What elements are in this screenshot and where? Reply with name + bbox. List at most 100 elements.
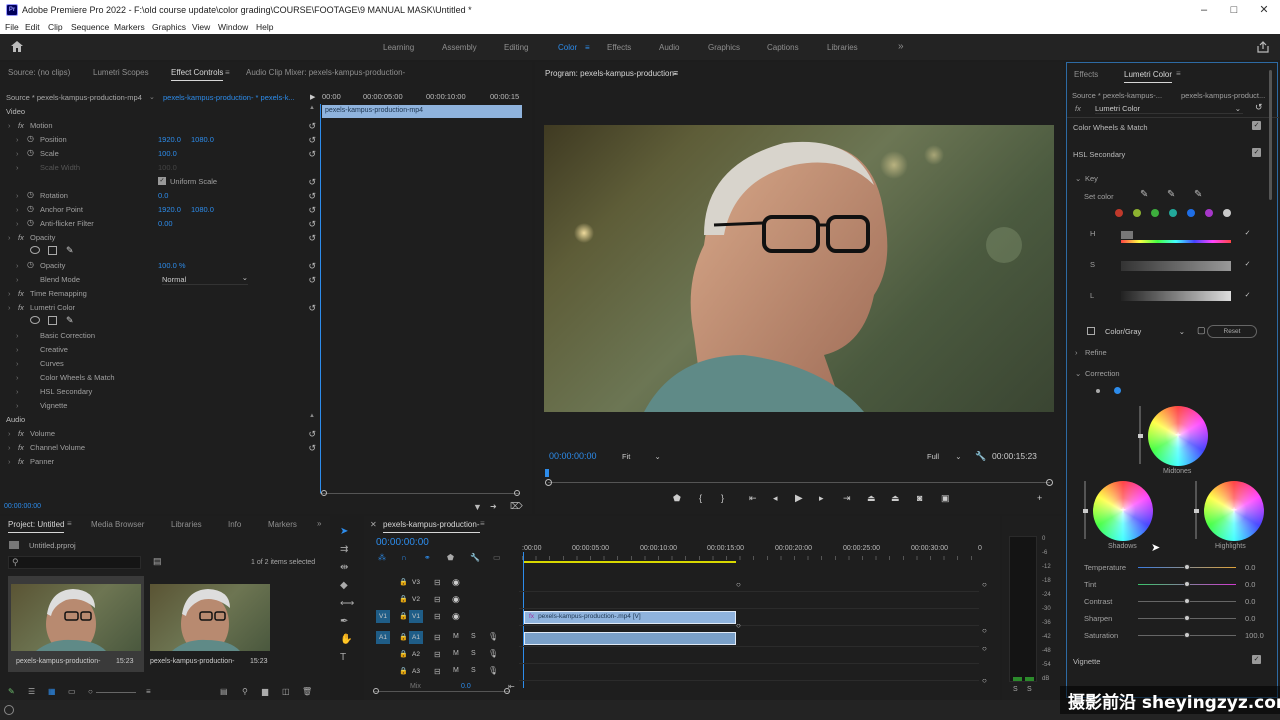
zoom-handle-left[interactable] (321, 490, 327, 496)
chevron-down-icon[interactable]: ⌄ (1075, 174, 1081, 183)
shadows-wheel[interactable]: + (1093, 481, 1153, 541)
sync-lock-icon[interactable]: ⊟ (434, 595, 441, 604)
play-only-icon[interactable]: ▶ (310, 93, 315, 101)
lock-icon[interactable]: 🔒 (399, 595, 408, 603)
snap-icon[interactable]: ⌦ (510, 501, 523, 512)
chevron-icon[interactable]: › (16, 191, 19, 200)
chevron-icon[interactable]: › (8, 429, 11, 438)
pencil-icon[interactable]: ✎ (8, 687, 15, 696)
maximize-icon[interactable]: □ (1224, 3, 1244, 17)
saturation-key-slider[interactable] (1121, 261, 1231, 271)
fit-dropdown[interactable]: Fit ⌄ (622, 452, 661, 461)
highlights-luma-handle[interactable] (1194, 509, 1199, 513)
slider-knob[interactable] (1184, 581, 1190, 587)
extract-icon[interactable]: ⏏ (891, 493, 900, 504)
reset-icon[interactable]: ↺ (308, 429, 316, 440)
reset-icon[interactable]: ↺ (308, 135, 316, 146)
chevron-icon[interactable]: › (8, 289, 11, 298)
export-frame-icon[interactable]: ◙ (917, 493, 922, 503)
track-v3-label[interactable]: V3 (409, 576, 423, 589)
filter-icon[interactable]: ▼ (473, 502, 482, 512)
scrub-handle-left[interactable] (545, 479, 552, 486)
effect-row[interactable]: › fx Volume ↺ (0, 427, 320, 441)
effect-row[interactable]: › Scale Width 100.0 (0, 161, 320, 175)
home-icon[interactable] (11, 41, 23, 52)
chevron-icon[interactable]: › (16, 373, 19, 382)
chevron-icon[interactable]: › (16, 275, 19, 284)
fx-icon[interactable]: fx (18, 303, 24, 312)
ripple-edit-icon[interactable]: ⇹ (340, 562, 348, 573)
chevron-icon[interactable]: › (8, 303, 11, 312)
timeline-zoom-track[interactable] (374, 691, 509, 692)
eyedropper-remove-icon[interactable]: ✎ (1194, 189, 1202, 200)
mark-in-icon[interactable]: { (699, 493, 702, 503)
fx-icon[interactable]: fx (18, 429, 24, 438)
fx-icon[interactable]: fx (18, 233, 24, 242)
delete-icon[interactable]: 🗑 (302, 687, 312, 696)
linked-selection-icon[interactable]: ⚭ (424, 553, 431, 562)
track-select-icon[interactable]: ⇉ (340, 544, 348, 555)
chevron-icon[interactable]: › (16, 219, 19, 228)
highlights-wheel[interactable]: + (1204, 481, 1264, 541)
refine-section-label[interactable]: Refine (1085, 348, 1107, 357)
ec-playhead[interactable] (320, 104, 321, 494)
section-hsl-secondary[interactable]: HSL Secondary (1073, 150, 1125, 159)
reset-icon[interactable]: ↺ (308, 275, 316, 286)
rectangle-mask-icon[interactable] (48, 316, 57, 325)
tab-media-browser[interactable]: Media Browser (91, 520, 144, 529)
audio-clip[interactable] (524, 632, 736, 645)
share-icon[interactable] (1257, 41, 1269, 53)
pen-mask-icon[interactable]: ✎ (66, 315, 74, 326)
source-clip-label[interactable]: Source * pexels-kampus-production-mp4 (6, 93, 142, 102)
track-end-handle[interactable]: ○ (736, 621, 741, 630)
vertical-scroll-handle[interactable]: ○ (982, 580, 987, 589)
effect-row[interactable]: ✎ (0, 315, 320, 329)
tab-project[interactable]: Project: Untitled (8, 520, 65, 533)
list-view-icon[interactable]: ☰ (28, 687, 35, 696)
project-item[interactable]: pexels-kampus-production- 15:23 (8, 576, 144, 672)
solo-right-button[interactable]: S (1027, 686, 1032, 693)
tab-sequence[interactable]: pexels-kampus-production- (383, 520, 480, 533)
reset-effect-icon[interactable]: ↺ (1255, 102, 1263, 113)
program-playhead[interactable] (545, 469, 549, 477)
close-tab-icon[interactable]: ✕ (370, 520, 377, 529)
stopwatch-icon[interactable]: ◷ (27, 218, 34, 227)
fx-icon[interactable]: fx (18, 289, 24, 298)
slider-value[interactable]: 0.0 (1245, 597, 1255, 606)
wrench-icon[interactable]: 🔧 (470, 553, 480, 562)
lightness-key-slider[interactable] (1121, 291, 1231, 301)
slider-knob[interactable] (1184, 615, 1190, 621)
menu-graphics[interactable]: Graphics (152, 22, 186, 32)
step-forward-icon[interactable]: ▸ (819, 493, 824, 504)
chevron-icon[interactable]: › (16, 149, 19, 158)
correction-section-label[interactable]: Correction (1085, 369, 1120, 378)
new-item-icon[interactable]: ◫ (282, 687, 290, 696)
section-vignette[interactable]: Vignette (1073, 657, 1100, 666)
sort-icon[interactable]: ≡ (146, 687, 151, 696)
solo-button[interactable]: S (471, 650, 476, 657)
chevron-down-icon[interactable]: ⌄ (1075, 369, 1081, 378)
play-icon[interactable]: ▶ (795, 493, 803, 504)
timeline-timecode[interactable]: 00:00:00:00 (376, 537, 429, 548)
sync-lock-icon[interactable]: ⊟ (434, 612, 441, 621)
midtones-wheel[interactable]: + (1148, 406, 1208, 466)
new-bin-icon[interactable]: ▤ (153, 556, 162, 567)
find-icon[interactable]: ⚲ (242, 687, 248, 696)
stopwatch-icon[interactable]: ◷ (27, 148, 34, 157)
fx-icon[interactable]: fx (18, 443, 24, 452)
effect-row[interactable]: › ◷ Rotation 0.0 ↺ (0, 189, 320, 203)
panel-menu-icon[interactable]: ≡ (673, 68, 678, 78)
pen-mask-icon[interactable]: ✎ (66, 245, 74, 256)
effect-row[interactable]: › ◷ Scale 100.0 ↺ (0, 147, 320, 161)
zoom-slider-icon[interactable]: ○ (88, 687, 93, 696)
menu-window[interactable]: Window (218, 22, 248, 32)
workspace-learning[interactable]: Learning (383, 43, 414, 52)
go-to-out-icon[interactable]: ⇥ (843, 493, 851, 504)
microphone-icon[interactable]: 🎙 (488, 666, 498, 675)
ec-timeline-ruler[interactable]: 00:00 00:00:05:00 00:00:10:00 00:00:15 (320, 90, 532, 104)
work-area-bar[interactable] (523, 561, 736, 563)
settings-wrench-icon[interactable]: 🔧 (975, 451, 986, 462)
chevron-icon[interactable]: › (8, 443, 11, 452)
add-button-icon[interactable]: + (1037, 493, 1042, 503)
pen-tool-icon[interactable]: ✒ (340, 616, 348, 627)
